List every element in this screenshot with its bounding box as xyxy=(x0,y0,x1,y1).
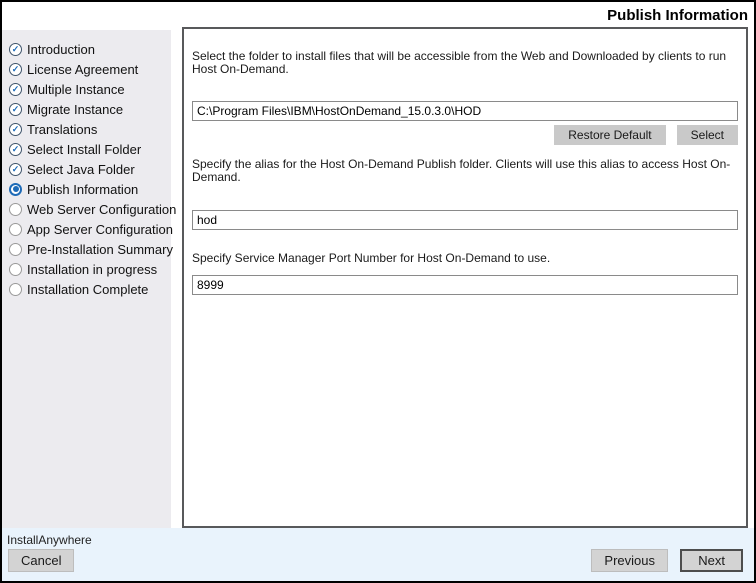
sidebar-item-label: License Agreement xyxy=(27,61,139,77)
sidebar-item-label: Installation in progress xyxy=(27,261,158,277)
sidebar-item-migrate-instance: ✓ Migrate Instance xyxy=(9,99,171,119)
main-panel: Select the folder to install files that … xyxy=(182,27,748,528)
sidebar-item-label: Translations xyxy=(27,121,98,137)
sidebar-steps: ✓ Introduction ✓ License Agreement ✓ Multiple… xyxy=(2,30,176,528)
next-button[interactable]: Next xyxy=(680,549,743,572)
sidebar-item-label: Select Install Folder xyxy=(27,141,142,157)
sidebar-item-label: Introduction xyxy=(27,41,95,57)
sidebar-item-label: Web Server Configuration xyxy=(27,201,177,217)
sidebar-item-translations: ✓ Translations xyxy=(9,119,171,139)
alias-input[interactable] xyxy=(192,210,738,230)
sidebar-item-select-install-folder: ✓ Select Install Folder xyxy=(9,139,171,159)
folder-instruction-text: Select the folder to install files that … xyxy=(192,49,727,76)
sidebar-item-label: Pre-Installation Summary xyxy=(27,241,173,257)
radio-empty-icon xyxy=(9,282,22,296)
page-title: Publish Information xyxy=(607,7,748,24)
port-instruction-text: Specify Service Manager Port Number for … xyxy=(192,251,551,265)
sidebar-item-label: Publish Information xyxy=(27,181,139,197)
sidebar-item-installation-complete: Installation Complete xyxy=(9,279,171,299)
check-circle-icon: ✓ xyxy=(9,122,22,136)
restore-default-button[interactable]: Restore Default xyxy=(554,125,666,145)
select-folder-button[interactable]: Select xyxy=(676,125,738,145)
sidebar-item-label: Installation Complete xyxy=(27,281,149,297)
sidebar-item-select-java-folder: ✓ Select Java Folder xyxy=(9,159,171,179)
radio-empty-icon xyxy=(9,262,22,276)
sidebar-item-pre-installation-summary: Pre-Installation Summary xyxy=(9,239,173,259)
footer-bar: InstallAnywhere Cancel Previous Next xyxy=(2,528,754,581)
radio-empty-icon xyxy=(9,242,22,256)
check-circle-icon: ✓ xyxy=(9,42,22,56)
check-circle-icon: ✓ xyxy=(9,62,22,76)
radio-empty-icon xyxy=(9,222,22,236)
check-circle-icon: ✓ xyxy=(9,82,22,96)
sidebar-item-license-agreement: ✓ License Agreement xyxy=(9,59,171,79)
check-circle-icon: ✓ xyxy=(9,142,22,156)
install-folder-input[interactable] xyxy=(192,101,738,121)
folder-buttons-row: Restore Default Select xyxy=(192,125,738,145)
port-input[interactable] xyxy=(192,275,738,295)
check-circle-icon: ✓ xyxy=(9,102,22,116)
sidebar-item-publish-information: Publish Information xyxy=(9,179,171,199)
sidebar-item-label: Multiple Instance xyxy=(27,81,125,97)
sidebar-item-web-server-configuration: Web Server Configuration xyxy=(9,199,176,219)
sidebar-item-label: Select Java Folder xyxy=(27,161,135,177)
sidebar-item-app-server-configuration: App Server Configuration xyxy=(9,219,173,239)
sidebar-item-multiple-instance: ✓ Multiple Instance xyxy=(9,79,171,99)
alias-instruction-text: Specify the alias for the Host On-Demand… xyxy=(192,157,731,184)
previous-button[interactable]: Previous xyxy=(591,549,668,572)
installer-window: { "window": { "title": "Publish Informat… xyxy=(0,0,756,583)
radio-empty-icon xyxy=(9,202,22,216)
sidebar-item-label: Migrate Instance xyxy=(27,101,124,117)
sidebar-item-label: App Server Configuration xyxy=(27,221,173,237)
sidebar-item-introduction: ✓ Introduction xyxy=(9,39,171,59)
radio-selected-icon xyxy=(9,182,22,196)
check-circle-icon: ✓ xyxy=(9,162,22,176)
cancel-button[interactable]: Cancel xyxy=(8,549,75,572)
installanywhere-brand: InstallAnywhere xyxy=(7,533,92,547)
sidebar-item-installation-in-progress: Installation in progress xyxy=(9,259,171,279)
